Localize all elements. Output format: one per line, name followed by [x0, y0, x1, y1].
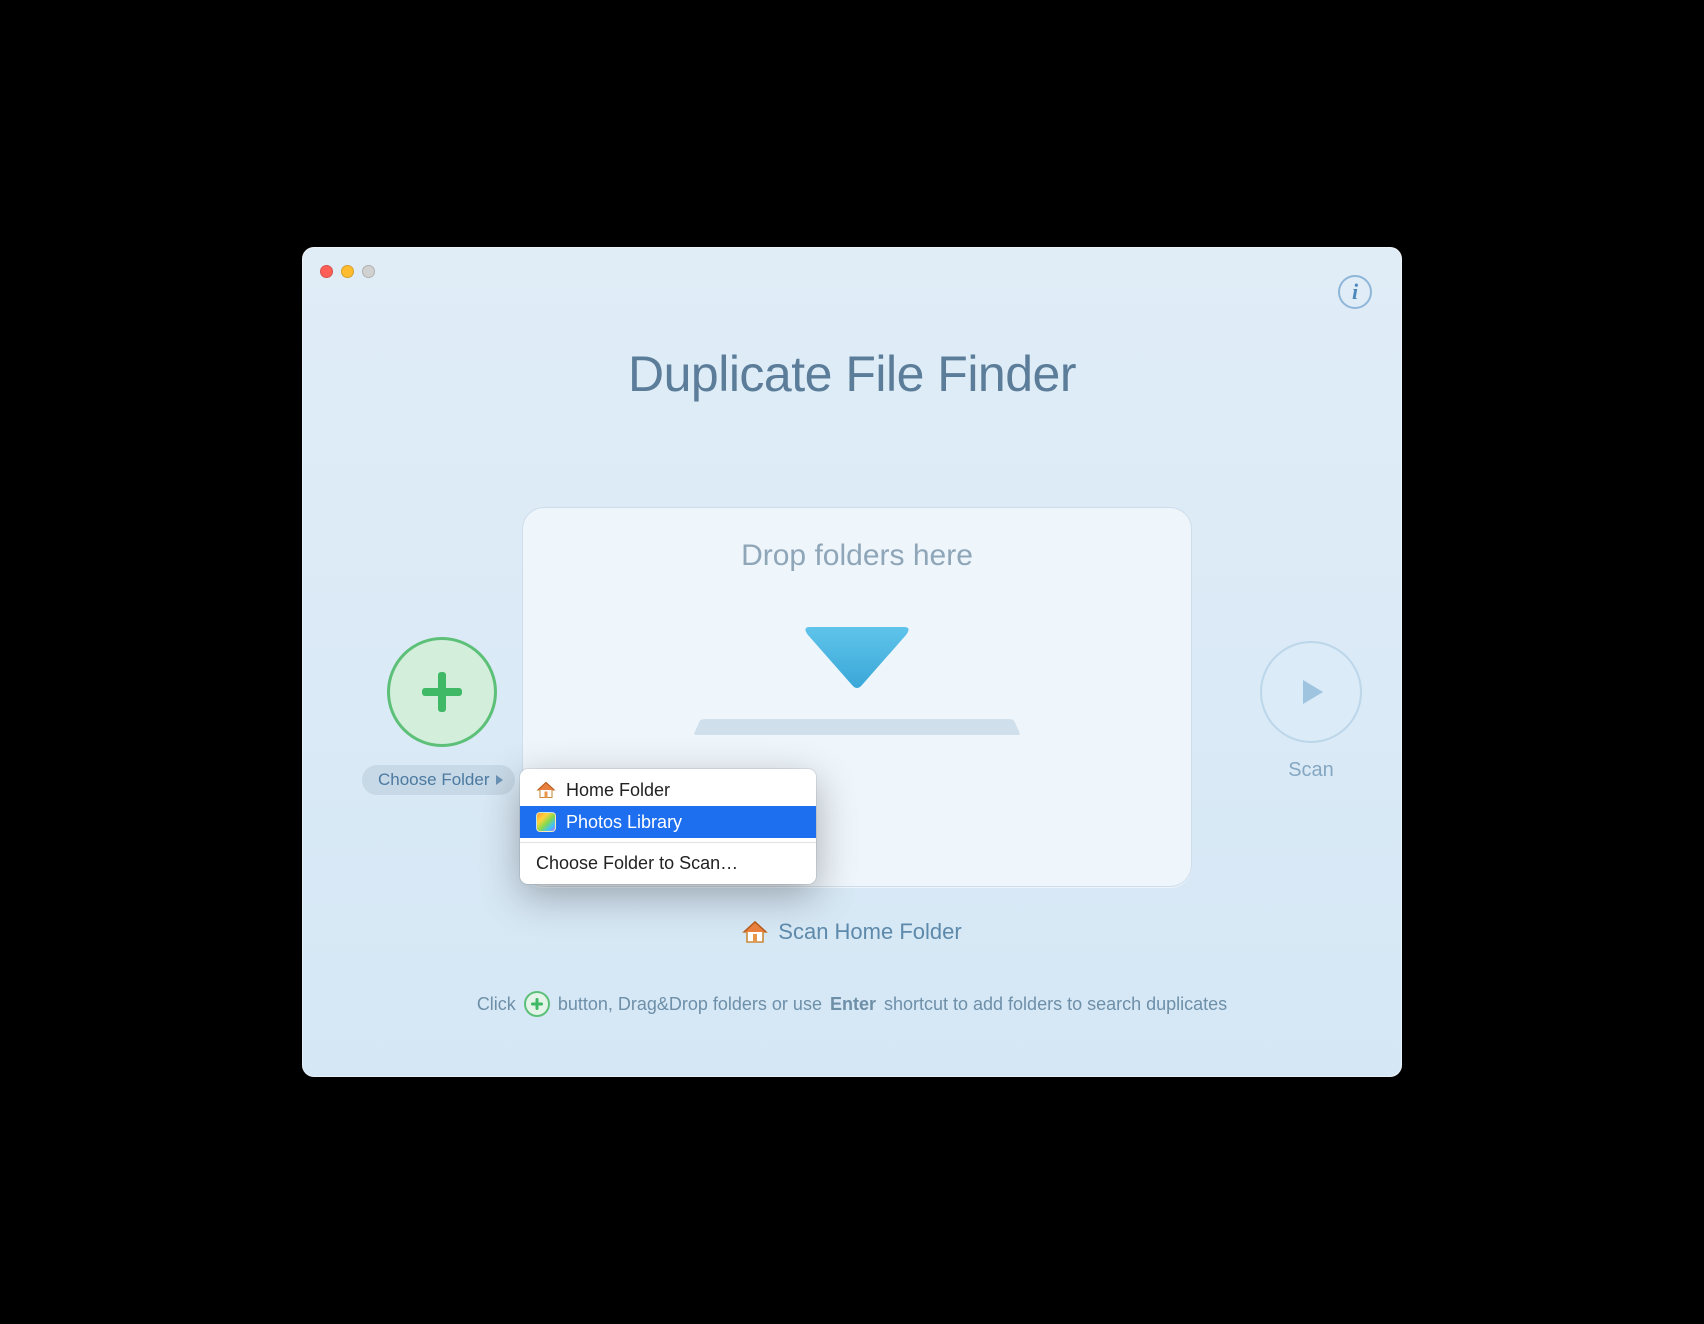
scan-button-label: Scan: [1260, 759, 1362, 782]
play-icon: [1293, 674, 1329, 710]
scan-home-folder-label: Scan Home Folder: [778, 919, 961, 945]
menu-item-photos-library[interactable]: Photos Library: [520, 806, 816, 838]
menu-item-label: Choose Folder to Scan…: [536, 853, 738, 874]
info-icon: i: [1352, 279, 1358, 305]
add-folder-button[interactable]: [387, 637, 497, 747]
info-button[interactable]: i: [1338, 275, 1372, 309]
window-minimize-button[interactable]: [341, 265, 354, 278]
drop-zone-title: Drop folders here: [741, 539, 973, 573]
menu-separator: [520, 842, 816, 843]
photos-icon: [536, 812, 556, 832]
drop-platform-graphic: [693, 719, 1021, 735]
choose-folder-label: Choose Folder: [378, 770, 490, 790]
window-zoom-button[interactable]: [362, 265, 375, 278]
app-title: Duplicate File Finder: [302, 345, 1402, 403]
menu-item-choose-folder[interactable]: Choose Folder to Scan…: [520, 847, 816, 879]
choose-folder-menu: Home Folder Photos Library Choose Folder…: [520, 769, 816, 884]
menu-item-home-folder[interactable]: Home Folder: [520, 774, 816, 806]
hint-text-post: shortcut to add folders to search duplic…: [884, 994, 1227, 1015]
choose-folder-dropdown[interactable]: Choose Folder: [362, 765, 515, 795]
home-icon: [536, 781, 556, 799]
window-traffic-lights: [320, 265, 375, 278]
hint-text-enter: Enter: [830, 994, 876, 1015]
menu-item-label: Photos Library: [566, 812, 682, 833]
plus-icon-small: [524, 991, 550, 1017]
hint-text: Click button, Drag&Drop folders or use E…: [302, 991, 1402, 1017]
hint-text-mid: button, Drag&Drop folders or use: [558, 994, 822, 1015]
scan-button[interactable]: [1260, 641, 1362, 743]
menu-item-label: Home Folder: [566, 780, 670, 801]
hint-text-pre: Click: [477, 994, 516, 1015]
home-icon: [742, 920, 768, 944]
scan-home-folder-link[interactable]: Scan Home Folder: [302, 919, 1402, 945]
plus-icon: [418, 668, 466, 716]
app-window: i Duplicate File Finder Drop folders her…: [302, 247, 1402, 1077]
download-arrow-icon: [802, 623, 912, 693]
chevron-right-icon: [496, 775, 503, 785]
window-close-button[interactable]: [320, 265, 333, 278]
